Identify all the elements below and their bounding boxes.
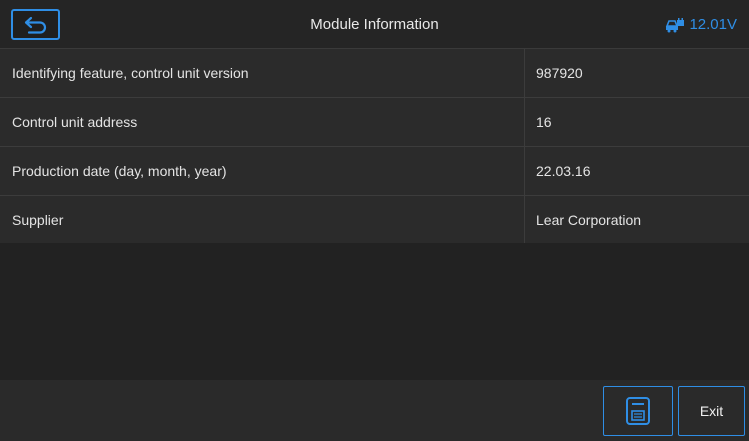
exit-button[interactable]: Exit bbox=[678, 386, 745, 436]
row-value: Lear Corporation bbox=[536, 212, 642, 228]
bottom-toolbar: Exit bbox=[0, 380, 749, 441]
car-battery-icon bbox=[666, 17, 685, 32]
row-label: Supplier bbox=[0, 196, 525, 244]
table-row[interactable]: Identifying feature, control unit versio… bbox=[0, 49, 749, 98]
row-label: Control unit address bbox=[0, 98, 525, 146]
row-value: 22.03.16 bbox=[536, 163, 591, 179]
save-button[interactable] bbox=[603, 386, 673, 436]
module-info-table: Identifying feature, control unit versio… bbox=[0, 49, 749, 245]
table-row[interactable]: Production date (day, month, year) 22.03… bbox=[0, 147, 749, 196]
battery-voltage: 12.01V bbox=[689, 16, 737, 33]
table-row[interactable]: Control unit address 16 bbox=[0, 98, 749, 147]
page-title: Module Information bbox=[310, 16, 439, 33]
save-icon bbox=[626, 397, 650, 425]
row-label: Identifying feature, control unit versio… bbox=[0, 49, 525, 97]
battery-status: 12.01V bbox=[665, 0, 737, 49]
row-value: 16 bbox=[536, 114, 552, 130]
row-value: 987920 bbox=[536, 65, 583, 81]
table-row[interactable]: Supplier Lear Corporation bbox=[0, 196, 749, 245]
row-label: Production date (day, month, year) bbox=[0, 147, 525, 195]
top-bar: Module Information 12.01V bbox=[0, 0, 749, 49]
content-empty-area bbox=[0, 243, 749, 380]
